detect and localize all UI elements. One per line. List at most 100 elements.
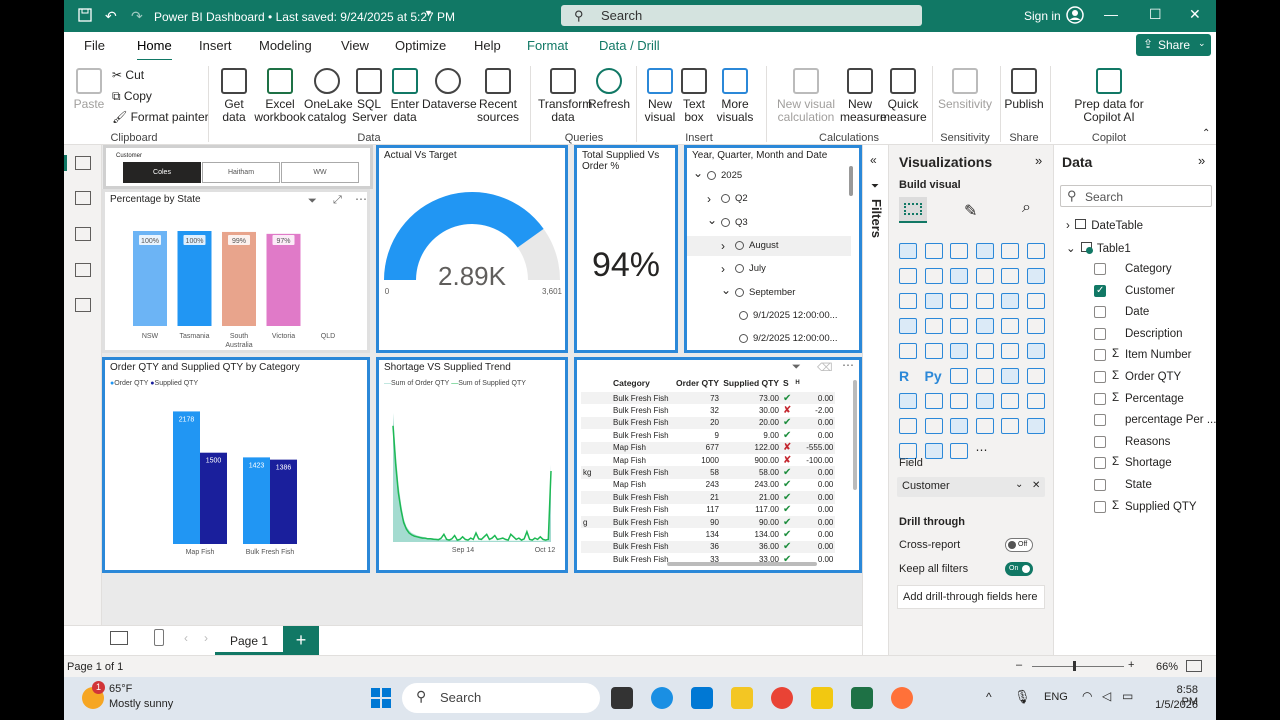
chevron-right-icon[interactable]: › — [721, 239, 725, 253]
model-view-icon[interactable] — [75, 227, 91, 241]
chevron-down-icon[interactable]: ⌄ — [693, 166, 703, 180]
visual-type-icon[interactable] — [975, 268, 994, 284]
shortage-supplied-trend-visual[interactable]: Shortage VS Supplied Trend —Sum of Order… — [376, 357, 568, 573]
collapse-pane-icon[interactable]: » — [1198, 153, 1205, 168]
eraser-icon[interactable]: ⌫ — [817, 361, 833, 374]
more-visuals-button[interactable]: More visuals — [710, 68, 760, 124]
slicer-option-coles[interactable]: Coles — [123, 162, 201, 183]
file-explorer-icon[interactable] — [731, 687, 753, 709]
format-painter-button[interactable]: 🖌 Format painter — [112, 110, 209, 124]
hierarchy-item[interactable]: › Q2 — [687, 189, 851, 209]
field-well-customer[interactable]: Customer ⌄ ✕ — [897, 477, 1045, 497]
mobile-layout-icon[interactable] — [154, 629, 164, 646]
get-data-button[interactable]: Get data — [214, 68, 254, 124]
collapse-pane-icon[interactable]: » — [1035, 153, 1042, 168]
visual-type-icon[interactable] — [924, 393, 943, 409]
field-item[interactable]: Reasons — [1094, 435, 1214, 452]
field-checkbox[interactable] — [1094, 349, 1106, 362]
field-checkbox[interactable] — [1094, 500, 1106, 513]
excel-workbook-button[interactable]: Excel workbook — [254, 68, 306, 124]
chrome-icon[interactable] — [771, 687, 793, 709]
column-header[interactable]: H — [793, 374, 835, 392]
tmdl-view-icon[interactable] — [75, 298, 91, 312]
bar[interactable] — [177, 231, 212, 326]
visual-type-icon[interactable] — [899, 343, 917, 359]
remove-field-icon[interactable]: ✕ — [1032, 480, 1040, 491]
new-visual-calculation-button[interactable]: New visual calculation — [772, 68, 840, 124]
tab-view[interactable]: View — [341, 38, 369, 53]
visual-type-icon[interactable] — [924, 293, 943, 309]
line-series[interactable] — [392, 425, 552, 541]
dataverse-button[interactable]: Dataverse — [422, 68, 477, 111]
field-checkbox[interactable] — [1094, 457, 1106, 470]
table-row[interactable]: kg Bulk Fresh Fish 58 58.00 ✔ 0.00 — [581, 466, 836, 479]
visual-type-icon[interactable] — [950, 268, 968, 284]
hierarchy-item[interactable]: ⌄ 2025 — [687, 166, 851, 186]
sensitivity-button[interactable]: Sensitivity — [936, 68, 994, 111]
hierarchy-item[interactable]: 9/2/2025 12:00:00... — [687, 329, 851, 349]
radio-icon[interactable] — [735, 287, 744, 297]
order-supplied-by-category-visual[interactable]: Order QTY and Supplied QTY by Category ●… — [102, 357, 370, 573]
visual-type-icon[interactable] — [950, 393, 968, 409]
zoom-in-icon[interactable]: + — [1128, 659, 1134, 671]
copy-button[interactable]: ⧉ Copy — [112, 89, 152, 104]
table-row[interactable]: Map Fish 243 243.00 ✔ 0.00 — [581, 479, 835, 491]
analytics-icon[interactable]: ⌕ — [1022, 199, 1031, 217]
drill-through-well[interactable]: Add drill-through fields here — [897, 585, 1045, 609]
chevron-down-icon[interactable]: ⌄ — [707, 213, 717, 227]
chevron-down-icon[interactable]: ⌄ — [1015, 479, 1023, 490]
bar[interactable] — [222, 231, 256, 326]
table-datetable[interactable]: › DateTable — [1066, 219, 1143, 232]
hierarchy-item[interactable]: › August — [687, 235, 851, 256]
tab-modeling[interactable]: Modeling — [259, 38, 312, 53]
refresh-button[interactable]: Refresh — [588, 68, 630, 111]
python-visual-icon[interactable]: Py — [925, 368, 943, 384]
new-measure-button[interactable]: New measure — [840, 68, 887, 124]
undo-icon[interactable]: ↶ — [105, 8, 117, 25]
visual-type-icon[interactable] — [1026, 293, 1045, 309]
visual-type-icon[interactable] — [1026, 243, 1045, 259]
radio-icon[interactable] — [721, 194, 730, 204]
visual-type-icon[interactable] — [975, 343, 994, 359]
field-checkbox[interactable] — [1094, 371, 1106, 383]
table-row[interactable]: Bulk Fresh Fish 20 20.00 ✔ 0.00 — [581, 416, 836, 430]
filter-icon[interactable]: ⏷ — [792, 361, 801, 374]
cross-report-toggle[interactable]: Off — [1005, 538, 1033, 552]
field-item[interactable]: Category — [1094, 263, 1214, 279]
visual-type-icon[interactable] — [1026, 318, 1045, 334]
chevron-up-icon[interactable]: ^ — [986, 690, 992, 704]
power-bi-icon[interactable] — [811, 687, 833, 709]
field-item[interactable]: Date — [1094, 306, 1214, 322]
close-icon[interactable]: ✕ — [1189, 6, 1201, 23]
visual-type-icon[interactable] — [950, 418, 968, 434]
data-search-input[interactable]: ⚲ Search — [1060, 185, 1212, 207]
prep-data-copilot-button[interactable]: Prep data for Copilot AI — [1054, 68, 1164, 124]
fit-to-page-icon[interactable] — [1186, 660, 1202, 672]
field-item[interactable]: Σ Shortage — [1094, 456, 1214, 473]
field-checkbox[interactable] — [1094, 414, 1106, 427]
column-header[interactable]: Category — [611, 374, 673, 392]
tab-data-drill[interactable]: Data / Drill — [599, 38, 660, 53]
more-options-icon[interactable]: ⋯ — [355, 192, 367, 206]
vertical-scrollbar[interactable] — [853, 380, 857, 490]
table-row[interactable]: Bulk Fresh Fish 134 134.00 ✔ 0.00 — [581, 528, 835, 540]
visual-type-icon[interactable] — [950, 318, 968, 334]
visual-type-icon[interactable] — [924, 418, 943, 434]
hierarchy-item[interactable]: 9/1/2025 12:00:00... — [687, 306, 851, 326]
bar[interactable] — [266, 233, 301, 326]
visual-type-icon[interactable] — [924, 268, 943, 284]
taskbar-search[interactable]: ⚲ Search — [402, 683, 600, 713]
transform-data-button[interactable]: Transform data — [538, 68, 592, 124]
clock-date[interactable]: 1/5/2026 — [1152, 699, 1198, 711]
prev-page-icon[interactable]: ‹ — [184, 631, 188, 645]
windows-start-icon[interactable] — [370, 687, 392, 709]
chevron-right-icon[interactable]: › — [707, 192, 711, 206]
visual-type-icon[interactable] — [950, 293, 968, 309]
bar[interactable] — [200, 452, 227, 544]
visual-type-icon[interactable] — [1001, 393, 1019, 409]
visual-type-icon[interactable] — [924, 243, 943, 259]
area-series[interactable] — [393, 412, 551, 542]
build-visual-tab[interactable] — [899, 197, 927, 223]
zoom-out-icon[interactable]: – — [1016, 659, 1022, 671]
bar[interactable] — [133, 231, 167, 326]
